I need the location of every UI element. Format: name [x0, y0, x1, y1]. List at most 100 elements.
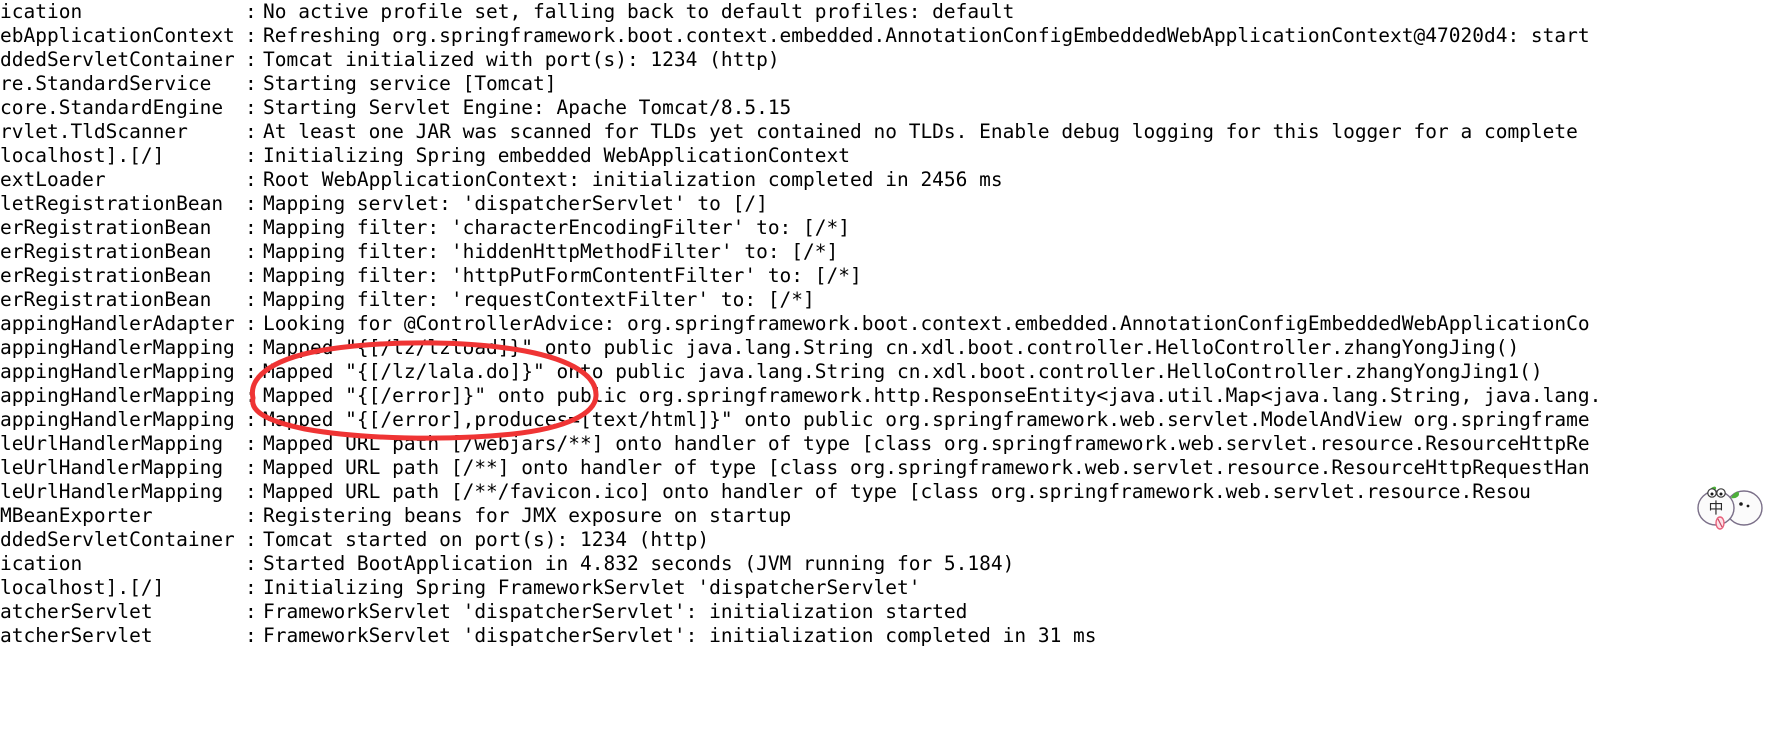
log-separator: :	[245, 144, 257, 167]
log-line-list: ication: No active profile set, falling b…	[0, 0, 1765, 648]
log-message: Initializing Spring embedded WebApplicat…	[263, 144, 850, 167]
log-message: FrameworkServlet 'dispatcherServlet': in…	[263, 600, 968, 623]
log-line: ebApplicationContext: Refreshing org.spri…	[0, 24, 1765, 48]
log-line: ddedServletContainer: Tomcat initialized …	[0, 48, 1765, 72]
console-log-panel[interactable]: ication: No active profile set, falling b…	[0, 0, 1765, 737]
log-separator: :	[245, 312, 257, 335]
log-separator: :	[245, 0, 257, 23]
log-logger-name: re.StandardService	[0, 72, 212, 95]
log-message: Started BootApplication in 4.832 seconds…	[263, 552, 1015, 575]
log-message: Mapping filter: 'characterEncodingFilter…	[263, 216, 850, 239]
log-message: Mapping servlet: 'dispatcherServlet' to …	[263, 192, 768, 215]
log-logger-name: ddedServletContainer	[0, 528, 235, 551]
sticker-character: 中	[1708, 499, 1723, 517]
log-message: Mapped URL path [/**/favicon.ico] onto h…	[263, 480, 1531, 503]
log-logger-name: localhost].[/]	[0, 576, 165, 599]
cartoon-fruit-sticker: 中	[1697, 486, 1763, 530]
log-separator: :	[245, 408, 257, 431]
log-separator: :	[245, 552, 257, 575]
log-line: erRegistrationBean: Mapping filter: 'requ…	[0, 288, 1765, 312]
log-logger-name: erRegistrationBean	[0, 216, 212, 239]
log-logger-name: erRegistrationBean	[0, 288, 212, 311]
log-message: At least one JAR was scanned for TLDs ye…	[263, 120, 1578, 143]
log-line: atcherServlet: FrameworkServlet 'dispatch…	[0, 600, 1765, 624]
log-line: ication: Started BootApplication in 4.832…	[0, 552, 1765, 576]
eye-right-b	[1746, 504, 1750, 508]
log-line: appingHandlerMapping: Mapped "{[/error],p…	[0, 408, 1765, 432]
log-logger-name: rvlet.TldScanner	[0, 120, 188, 143]
log-message: Mapping filter: 'requestContextFilter' t…	[263, 288, 815, 311]
log-message: Starting Servlet Engine: Apache Tomcat/8…	[263, 96, 792, 119]
log-message: Tomcat initialized with port(s): 1234 (h…	[263, 48, 780, 71]
log-separator: :	[245, 504, 257, 527]
log-message: Root WebApplicationContext: initializati…	[263, 168, 1003, 191]
log-line: extLoader: Root WebApplicationContext: in…	[0, 168, 1765, 192]
log-line: core.StandardEngine: Starting Servlet Eng…	[0, 96, 1765, 120]
log-logger-name: atcherServlet	[0, 624, 153, 647]
log-logger-name: appingHandlerAdapter	[0, 312, 235, 335]
log-logger-name: ication	[0, 0, 83, 23]
log-line: rvlet.TldScanner: At least one JAR was sc…	[0, 120, 1765, 144]
log-logger-name: appingHandlerMapping	[0, 336, 235, 359]
log-logger-name: appingHandlerMapping	[0, 408, 235, 431]
log-line: MBeanExporter: Registering beans for JMX …	[0, 504, 1765, 528]
log-message: Looking for @ControllerAdvice: org.sprin…	[263, 312, 1590, 335]
log-logger-name: MBeanExporter	[0, 504, 153, 527]
log-separator: :	[245, 72, 257, 95]
pupil-left	[1710, 492, 1714, 496]
log-separator: :	[245, 576, 257, 599]
log-line: letRegistrationBean: Mapping servlet: 'di…	[0, 192, 1765, 216]
log-line: localhost].[/]: Initializing Spring embed…	[0, 144, 1765, 168]
log-separator: :	[245, 600, 257, 623]
log-separator: :	[245, 120, 257, 143]
log-separator: :	[245, 192, 257, 215]
log-separator: :	[245, 96, 257, 119]
log-message: No active profile set, falling back to d…	[263, 0, 1015, 23]
log-line: ddedServletContainer: Tomcat started on p…	[0, 528, 1765, 552]
log-separator: :	[245, 432, 257, 455]
log-message: Mapped URL path [/webjars/**] onto handl…	[263, 432, 1590, 455]
log-message: Mapped "{[/lz/lzload]}" onto public java…	[263, 336, 1520, 359]
log-message: Mapping filter: 'httpPutFormContentFilte…	[263, 264, 862, 287]
log-message: Mapped "{[/lz/lala.do]}" onto public jav…	[263, 360, 1543, 383]
log-message: Tomcat started on port(s): 1234 (http)	[263, 528, 710, 551]
log-separator: :	[245, 624, 257, 647]
log-line: appingHandlerAdapter: Looking for @Contro…	[0, 312, 1765, 336]
log-line: erRegistrationBean: Mapping filter: 'hidd…	[0, 240, 1765, 264]
log-message: Mapping filter: 'hiddenHttpMethodFilter'…	[263, 240, 839, 263]
log-line: leUrlHandlerMapping: Mapped URL path [/**…	[0, 456, 1765, 480]
log-separator: :	[245, 24, 257, 47]
log-logger-name: core.StandardEngine	[0, 96, 224, 119]
log-logger-name: letRegistrationBean	[0, 192, 224, 215]
log-logger-name: ebApplicationContext	[0, 24, 235, 47]
log-message: Starting service [Tomcat]	[263, 72, 557, 95]
log-logger-name: appingHandlerMapping	[0, 360, 235, 383]
log-line: appingHandlerMapping: Mapped "{[/lz/lzloa…	[0, 336, 1765, 360]
log-message: Mapped URL path [/**] onto handler of ty…	[263, 456, 1590, 479]
log-separator: :	[245, 288, 257, 311]
log-separator: :	[245, 240, 257, 263]
log-separator: :	[245, 48, 257, 71]
log-line: appingHandlerMapping: Mapped "{[/lz/lala.…	[0, 360, 1765, 384]
log-separator: :	[245, 360, 257, 383]
log-separator: :	[245, 480, 257, 503]
log-message: FrameworkServlet 'dispatcherServlet': in…	[263, 624, 1097, 647]
log-logger-name: atcherServlet	[0, 600, 153, 623]
log-line: leUrlHandlerMapping: Mapped URL path [/**…	[0, 480, 1765, 504]
log-logger-name: erRegistrationBean	[0, 264, 212, 287]
log-separator: :	[245, 528, 257, 551]
log-line: localhost].[/]: Initializing Spring Frame…	[0, 576, 1765, 600]
log-line: re.StandardService: Starting service [Tom…	[0, 72, 1765, 96]
log-line: ication: No active profile set, falling b…	[0, 0, 1765, 24]
log-logger-name: leUrlHandlerMapping	[0, 480, 224, 503]
log-logger-name: localhost].[/]	[0, 144, 165, 167]
log-message: Registering beans for JMX exposure on st…	[263, 504, 792, 527]
log-line: atcherServlet: FrameworkServlet 'dispatch…	[0, 624, 1765, 648]
log-message: Refreshing org.springframework.boot.cont…	[263, 24, 1590, 47]
log-logger-name: appingHandlerMapping	[0, 384, 235, 407]
eye-right-a	[1739, 502, 1743, 506]
log-separator: :	[245, 264, 257, 287]
log-separator: :	[245, 216, 257, 239]
log-separator: :	[245, 336, 257, 359]
log-separator: :	[245, 384, 257, 407]
